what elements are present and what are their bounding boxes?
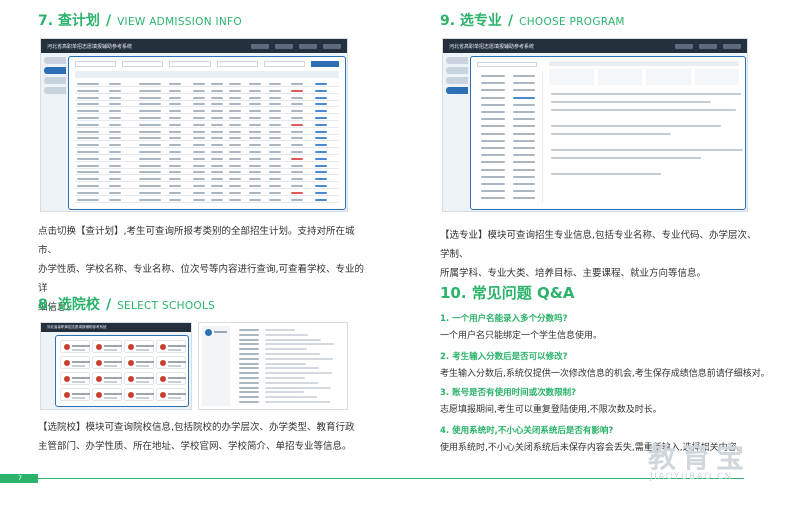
- app-title: 河北省高职单招志愿填报辅助参考系统: [47, 43, 133, 50]
- school-card[interactable]: [156, 372, 186, 385]
- school-logo-icon: [64, 376, 70, 382]
- school-logo-icon: [160, 376, 166, 382]
- school-card[interactable]: [124, 388, 154, 401]
- school-card[interactable]: [60, 372, 90, 385]
- school-card[interactable]: [124, 340, 154, 353]
- sidebar: [44, 57, 66, 97]
- school-detail-screenshot: [198, 322, 348, 410]
- school-card[interactable]: [156, 356, 186, 369]
- table-header: [75, 71, 339, 78]
- school-card[interactable]: [156, 340, 186, 353]
- section-7-subtitle: VIEW ADMISSION INFO: [117, 16, 242, 28]
- schools-list-screenshot: 河北省高职单招志愿填报辅助参考系统: [40, 322, 192, 410]
- school-logo-icon: [160, 360, 166, 366]
- qa-question-4: 4. 使用系统时,不小心关闭系统后是否有影响?: [440, 426, 614, 436]
- filter-bar: [75, 61, 340, 67]
- section-9-desc: 【选专业】模块可查询招生专业信息,包括专业名称、专业代码、办学层次、学制、 所属…: [440, 230, 757, 279]
- school-logo-icon: [128, 344, 134, 350]
- school-card[interactable]: [60, 340, 90, 353]
- school-card[interactable]: [92, 356, 122, 369]
- qa-question-2: 2. 考生输入分数后是否可以修改?: [440, 352, 568, 362]
- school-logo-icon: [64, 344, 70, 350]
- school-logo-icon: [128, 360, 134, 366]
- section-7-heading: 7. 查计划 / VIEW ADMISSION INFO: [38, 10, 242, 30]
- school-logo-icon: [96, 344, 102, 350]
- section-9-heading: 9. 选专业 / CHOOSE PROGRAM: [440, 10, 625, 30]
- school-logo-icon: [160, 392, 166, 398]
- page-number: 7: [0, 474, 38, 483]
- section-8-heading: 8. 选院校 / SELECT SCHOOLS: [38, 294, 215, 314]
- schools-grid: [55, 335, 189, 407]
- school-logo-icon: [128, 376, 134, 382]
- section-8-title: 8. 选院校: [38, 297, 100, 313]
- watermark-url: JIAOYUBAO.CN: [650, 472, 733, 482]
- qa-answer-2: 考生输入分数后,系统仅提供一次修改信息的机会,考生保存成绩信息前请仔细核对。: [440, 369, 770, 379]
- school-card[interactable]: [156, 388, 186, 401]
- school-logo-icon: [96, 392, 102, 398]
- qa-answer-3: 志愿填报期间,考生可以重复登陆使用,不限次数及时长。: [440, 405, 662, 415]
- program-info-cards: [549, 69, 739, 85]
- school-card[interactable]: [92, 388, 122, 401]
- qa-question-3: 3. 账号是否有使用时间或次数限制?: [440, 388, 577, 398]
- qa-title: 10. 常见问题 Q&A: [440, 284, 575, 302]
- qa-answer-1: 一个用户名只能绑定一个学生信息使用。: [440, 331, 603, 341]
- section-9-subtitle: CHOOSE PROGRAM: [519, 16, 625, 28]
- school-card[interactable]: [124, 356, 154, 369]
- sidebar: [446, 57, 468, 97]
- plan-table-panel: [68, 56, 346, 210]
- school-logo-icon: [160, 344, 166, 350]
- program-screenshot: 河北省高职单招志愿填报辅助参考系统: [442, 38, 748, 212]
- school-logo-icon: [96, 360, 102, 366]
- section-9-title: 9. 选专业: [440, 13, 502, 29]
- school-card[interactable]: [60, 388, 90, 401]
- section-8-subtitle: SELECT SCHOOLS: [117, 300, 216, 312]
- school-logo-icon: [64, 392, 70, 398]
- school-card[interactable]: [124, 372, 154, 385]
- school-card[interactable]: [60, 356, 90, 369]
- footer-rule: [38, 478, 744, 479]
- school-logo-icon: [64, 360, 70, 366]
- watermark-logo: 教育宝: [648, 441, 751, 474]
- qa-question-1: 1. 一个用户名能录入多个分数吗?: [440, 314, 568, 324]
- admission-plan-screenshot: 河北省高职单招志愿填报辅助参考系统: [40, 38, 348, 212]
- school-logo-icon: [128, 392, 134, 398]
- school-card[interactable]: [92, 372, 122, 385]
- program-panel: [470, 56, 746, 210]
- program-tree: [477, 71, 543, 203]
- detail-sidebar: [202, 326, 230, 406]
- section-7-title: 7. 查计划: [38, 13, 100, 29]
- school-logo-icon: [96, 376, 102, 382]
- school-card[interactable]: [92, 340, 122, 353]
- section-8-desc: 【选院校】模块可查询院校信息,包括院校的办学层次、办学类型、教育行政 主管部门、…: [38, 422, 355, 452]
